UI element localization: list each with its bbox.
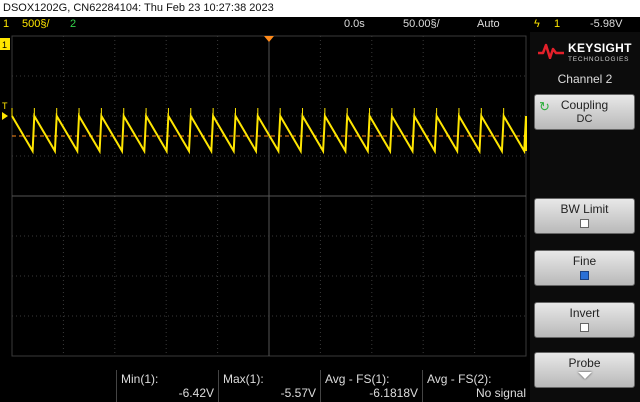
measurement-name: Avg - FS(1):: [325, 372, 390, 386]
ch1-ground-marker-label: 1: [2, 40, 7, 50]
fine-label: Fine: [572, 254, 597, 268]
measurement-avg-ch2[interactable]: Avg - FS(2): No signal: [422, 370, 530, 402]
trigger-mode[interactable]: Auto: [477, 17, 500, 32]
submenu-arrow-icon: [577, 372, 592, 379]
bw-limit-softkey[interactable]: BW Limit: [534, 198, 635, 234]
panel-title: Channel 2: [557, 72, 613, 86]
waveform-canvas: 1 T: [0, 35, 527, 357]
measurement-value: -6.1818V: [369, 386, 418, 400]
measurement-value: -5.57V: [280, 386, 316, 400]
invert-softkey[interactable]: Invert: [534, 302, 635, 338]
measurement-value: -6.42V: [178, 386, 214, 400]
measurement-spacer: [0, 370, 116, 402]
coupling-softkey[interactable]: ↻ Coupling DC: [534, 94, 635, 130]
measurement-name: Min(1):: [121, 372, 159, 386]
fine-checkbox[interactable]: [580, 271, 589, 280]
invert-checkbox[interactable]: [580, 323, 589, 332]
status-bar: 1 500§/ 2 0.0s 50.00§/ Auto ϟ 1 -5.98V: [0, 17, 640, 32]
time-reference-marker[interactable]: [264, 36, 274, 42]
waveform-display[interactable]: 1 T: [0, 32, 530, 370]
trigger-level[interactable]: -5.98V: [590, 17, 622, 32]
brand-logo: KEYSIGHT TECHNOLOGIES: [530, 36, 640, 68]
probe-label: Probe: [568, 356, 601, 370]
trigger-edge-icon: ϟ: [534, 18, 540, 30]
title-bar: DSOX1202G, CN62284104: Thu Feb 23 10:27:…: [0, 0, 640, 17]
measurement-name: Max(1):: [223, 372, 264, 386]
measurement-min-ch1[interactable]: Min(1): -6.42V: [116, 370, 218, 402]
time-offset[interactable]: 0.0s: [344, 17, 365, 32]
brand-name: KEYSIGHT: [568, 41, 632, 55]
bw-limit-checkbox[interactable]: [580, 219, 589, 228]
graticule: [11, 35, 527, 357]
measurement-avg-ch1[interactable]: Avg - FS(1): -6.1818V: [320, 370, 422, 402]
ch1-scale[interactable]: 500§/: [22, 17, 50, 32]
brand-subtitle: TECHNOLOGIES: [568, 56, 630, 63]
measurement-value: No signal: [475, 386, 526, 400]
rotate-knob-icon: ↻: [539, 99, 550, 114]
ch2-number[interactable]: 2: [70, 17, 76, 32]
probe-softkey[interactable]: Probe: [534, 352, 635, 388]
bw-limit-label: BW Limit: [560, 202, 609, 216]
measurement-max-ch1[interactable]: Max(1): -5.57V: [218, 370, 320, 402]
keysight-wave-icon: [538, 43, 564, 59]
trigger-source[interactable]: 1: [554, 17, 560, 32]
measurement-name: Avg - FS(2):: [427, 372, 492, 386]
title-text: DSOX1202G, CN62284104: Thu Feb 23 10:27:…: [3, 2, 274, 14]
invert-label: Invert: [569, 306, 600, 320]
trigger-level-marker[interactable]: T: [2, 101, 8, 111]
ch1-number[interactable]: 1: [3, 17, 9, 32]
softkey-panel: KEYSIGHT TECHNOLOGIES Channel 2 ↻ Coupli…: [530, 32, 640, 402]
measurement-bar: Min(1): -6.42V Max(1): -5.57V Avg - FS(1…: [0, 370, 530, 402]
time-scale[interactable]: 50.00§/: [403, 17, 440, 32]
trigger-arrow-icon: [2, 112, 8, 120]
fine-softkey[interactable]: Fine: [534, 250, 635, 286]
